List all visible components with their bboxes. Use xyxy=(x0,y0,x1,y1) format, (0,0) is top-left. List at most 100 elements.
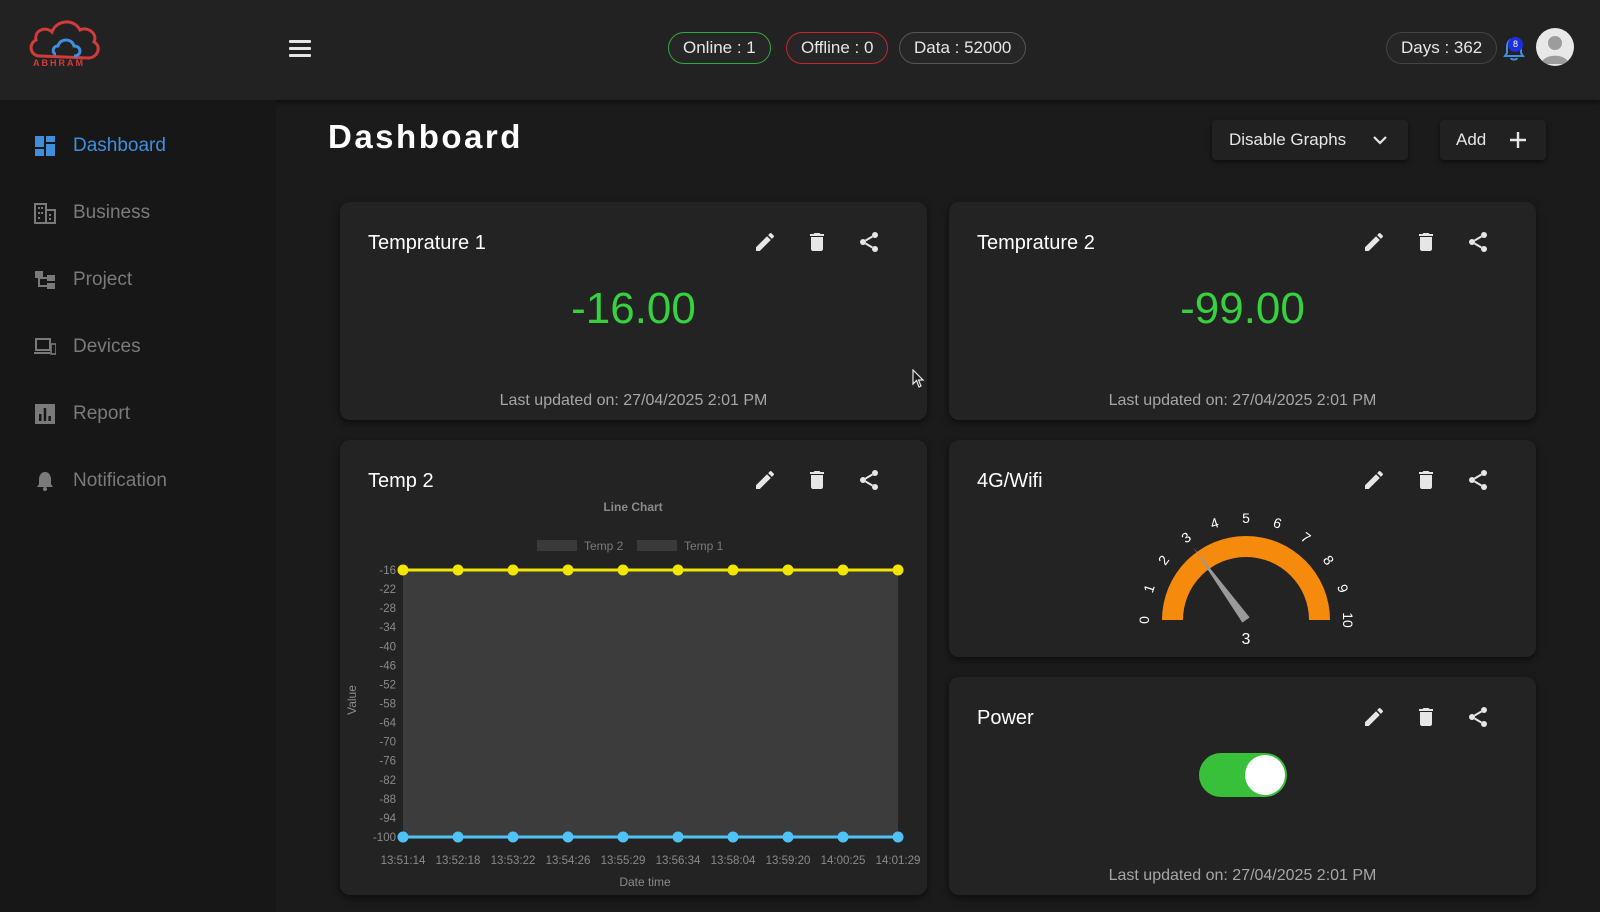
sidebar-item-label: Notification xyxy=(73,470,167,491)
x-tick-label: 13:54:26 xyxy=(546,855,591,867)
bell-icon xyxy=(37,472,53,491)
sidebar-item-devices[interactable]: Devices xyxy=(0,324,276,372)
disable-graphs-dropdown[interactable]: Disable Graphs xyxy=(1212,120,1408,160)
chevron-down-icon xyxy=(1373,136,1387,145)
data-point[interactable] xyxy=(397,564,409,576)
data-point[interactable] xyxy=(452,831,464,843)
sidebar-item-business[interactable]: Business xyxy=(0,190,276,238)
gauge-tick-label: 4 xyxy=(1208,514,1221,532)
last-updated-text: Last updated on: 27/04/2025 2:01 PM xyxy=(1108,392,1377,409)
data-point[interactable] xyxy=(562,831,574,843)
y-tick-label: -16 xyxy=(379,565,396,577)
notification-count-badge: 8 xyxy=(1508,37,1523,52)
sidebar-item-label: Dashboard xyxy=(73,135,166,156)
data-point[interactable] xyxy=(507,831,519,843)
sidebar-item-project[interactable]: Project xyxy=(0,257,276,305)
line-chart: Line Chart Temp 2 Temp 1 -16 -22 -28 -34 -40 -46… xyxy=(345,500,921,889)
gauge-tick-label: 3 xyxy=(1178,529,1194,547)
widget-temperature-1: Temprature 1 -16.00 Last updated on: 27/… xyxy=(340,202,927,420)
data-point[interactable] xyxy=(672,831,684,843)
share-icon[interactable] xyxy=(1466,705,1490,729)
y-tick-label: -100 xyxy=(373,832,396,844)
widget-title: 4G/Wifi xyxy=(977,470,1043,492)
gauge-tick-label: 8 xyxy=(1320,552,1338,568)
legend-swatch xyxy=(537,540,577,551)
y-tick-label: -94 xyxy=(379,813,396,825)
data-count-badge: Data : 52000 xyxy=(899,32,1027,64)
building-icon xyxy=(34,203,56,224)
share-icon[interactable] xyxy=(1466,230,1490,254)
delete-icon[interactable] xyxy=(1414,230,1438,254)
data-point[interactable] xyxy=(397,831,409,843)
edit-icon[interactable] xyxy=(753,230,777,254)
sidebar-item-label: Devices xyxy=(73,336,141,357)
x-tick-label: 13:59:20 xyxy=(766,855,811,867)
delete-icon[interactable] xyxy=(1414,705,1438,729)
data-point[interactable] xyxy=(837,831,849,843)
y-tick-label: -28 xyxy=(379,603,396,615)
x-tick-label: 13:51:14 xyxy=(381,855,426,867)
widget-actions xyxy=(753,230,891,254)
edit-icon[interactable] xyxy=(753,468,777,492)
data-point[interactable] xyxy=(562,564,574,576)
last-updated-text: Last updated on: 27/04/2025 2:01 PM xyxy=(1108,867,1377,884)
x-tick-label: 14:00:25 xyxy=(821,855,866,867)
top-bar: ABHRAM Online : 1 Offline : 0 Data : 520… xyxy=(0,0,1600,100)
sidebar-item-report[interactable]: Report xyxy=(0,391,276,439)
online-count-badge: Online : 1 xyxy=(668,32,771,64)
gauge-tick-label: 6 xyxy=(1271,514,1284,532)
data-point[interactable] xyxy=(782,564,794,576)
widget-title: Temp 2 xyxy=(368,470,434,492)
user-avatar[interactable] xyxy=(1536,28,1574,66)
widget-line-chart: Line Chart Temp 2 Temp 1 -16 -22 -28 -34 -40 -46… xyxy=(340,440,927,895)
x-tick-label: 14:01:29 xyxy=(876,855,921,867)
data-point[interactable] xyxy=(727,831,739,843)
share-icon[interactable] xyxy=(857,230,881,254)
plus-icon xyxy=(1510,132,1526,148)
x-tick-label: 13:55:29 xyxy=(601,855,646,867)
legend-swatch xyxy=(637,540,677,551)
data-point[interactable] xyxy=(617,831,629,843)
delete-icon[interactable] xyxy=(1414,468,1438,492)
edit-icon[interactable] xyxy=(1362,705,1386,729)
edit-icon[interactable] xyxy=(1362,468,1386,492)
delete-icon[interactable] xyxy=(805,468,829,492)
offline-count-badge: Offline : 0 xyxy=(786,32,889,64)
edit-icon[interactable] xyxy=(1362,230,1386,254)
data-point[interactable] xyxy=(782,831,794,843)
data-point[interactable] xyxy=(727,564,739,576)
sidebar-item-label: Business xyxy=(73,202,151,223)
gauge-tick-label: 5 xyxy=(1242,510,1250,526)
sidebar: Dashboard Business Project Devices Repor… xyxy=(0,100,276,912)
project-tree-icon xyxy=(35,271,55,289)
data-point[interactable] xyxy=(837,564,849,576)
widget-temperature-2: Temprature 2 -99.00 Last updated on: 27/… xyxy=(949,202,1536,420)
share-icon[interactable] xyxy=(1466,468,1490,492)
menu-toggle-icon[interactable] xyxy=(289,40,311,57)
mouse-cursor-icon xyxy=(912,369,925,388)
data-point[interactable] xyxy=(892,831,904,843)
last-updated-text: Last updated on: 27/04/2025 2:01 PM xyxy=(499,392,768,409)
y-tick-label: -88 xyxy=(379,794,396,806)
gauge-tick-label: 9 xyxy=(1334,582,1352,595)
plot-area xyxy=(403,570,898,837)
toggle-knob xyxy=(1245,755,1285,795)
legend-label: Temp 1 xyxy=(684,539,724,553)
days-remaining-badge: Days : 362 xyxy=(1386,32,1498,64)
sidebar-item-notification[interactable]: Notification xyxy=(0,458,276,506)
power-toggle[interactable] xyxy=(1199,753,1287,797)
legend-label: Temp 2 xyxy=(584,539,624,553)
data-point[interactable] xyxy=(672,564,684,576)
share-icon[interactable] xyxy=(857,468,881,492)
data-point[interactable] xyxy=(617,564,629,576)
data-point[interactable] xyxy=(892,564,904,576)
devices-icon xyxy=(34,338,56,355)
sidebar-item-dashboard[interactable]: Dashboard xyxy=(0,123,276,171)
gauge-tick-label: 2 xyxy=(1155,552,1173,568)
data-point[interactable] xyxy=(452,564,464,576)
add-button-label: Add xyxy=(1456,130,1487,149)
add-widget-button[interactable]: Add xyxy=(1440,120,1546,160)
data-point[interactable] xyxy=(507,564,519,576)
delete-icon[interactable] xyxy=(805,230,829,254)
x-tick-label: 13:56:34 xyxy=(656,855,701,867)
